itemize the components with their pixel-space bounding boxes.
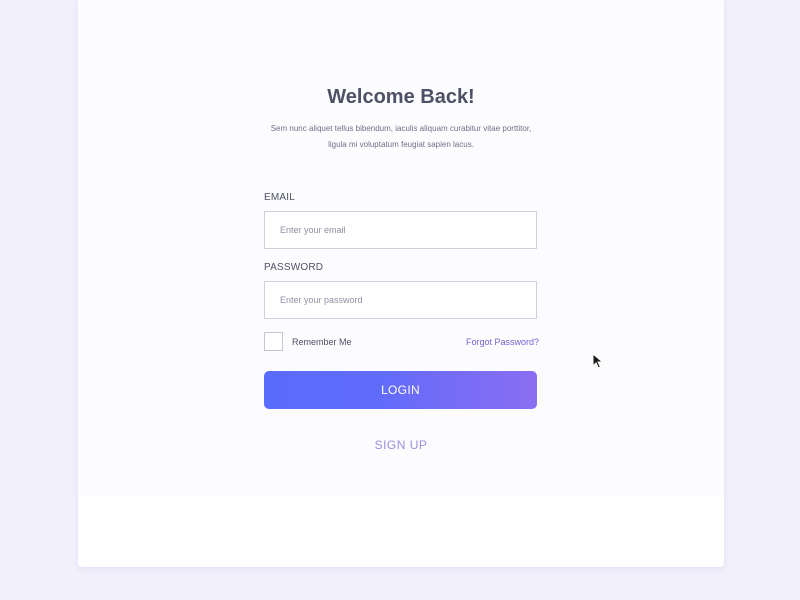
signup-link[interactable]: SIGN UP [78, 438, 724, 452]
email-label: EMAIL [264, 192, 296, 203]
mouse-pointer-icon [592, 353, 604, 369]
remember-me-control[interactable]: Remember Me [264, 332, 352, 351]
password-label: PASSWORD [264, 262, 324, 273]
page-title: Welcome Back! [327, 86, 475, 108]
login-card: Welcome Back! Sem nunc aliquet tellus bi… [78, 0, 724, 567]
remember-me-label: Remember Me [292, 336, 352, 347]
login-form-area: Welcome Back! Sem nunc aliquet tellus bi… [78, 0, 724, 496]
email-field[interactable] [264, 211, 537, 249]
remember-me-checkbox[interactable] [264, 332, 283, 351]
forgot-password-link[interactable]: Forgot Password? [466, 337, 539, 347]
login-button[interactable]: LOGIN [264, 371, 537, 409]
page-subtitle: Sem nunc aliquet tellus bibendum, iaculi… [270, 124, 532, 149]
password-field[interactable] [264, 281, 537, 319]
